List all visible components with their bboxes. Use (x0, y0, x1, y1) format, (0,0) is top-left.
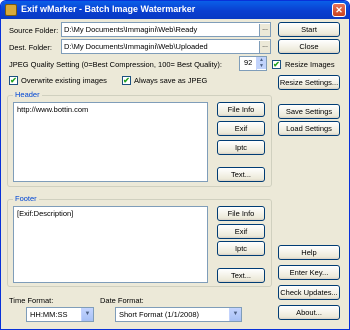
source-folder-field[interactable]: D:\My Documents\Immagini\Web\Ready ... (61, 22, 271, 37)
resize-settings-button[interactable]: Resize Settings... (278, 75, 340, 90)
app-icon (5, 4, 17, 16)
close-button[interactable]: Close (278, 39, 340, 54)
chevron-down-icon[interactable]: ▼ (81, 308, 93, 321)
header-exif-button[interactable]: Exif (217, 121, 265, 136)
footer-textarea[interactable]: [Exif:Description] (13, 206, 208, 283)
title-bar: Exif wMarker - Batch Image Watermarker ✕ (1, 1, 349, 19)
overwrite-label: Overwrite existing images (21, 76, 107, 85)
start-button[interactable]: Start (278, 22, 340, 37)
app-window: Exif wMarker - Batch Image Watermarker ✕… (0, 0, 350, 330)
load-settings-button[interactable]: Load Settings (278, 121, 340, 136)
save-settings-button[interactable]: Save Settings (278, 104, 340, 119)
window-close-button[interactable]: ✕ (332, 3, 346, 17)
header-iptc-button[interactable]: Iptc (217, 140, 265, 155)
time-format-label: Time Format: (9, 296, 54, 305)
dest-folder-label: Dest. Folder: (9, 43, 52, 52)
jpeg-quality-spinner[interactable]: 92 ▲ ▼ (239, 56, 267, 71)
help-button[interactable]: Help (278, 245, 340, 260)
time-format-select[interactable]: HH:MM:SS ▼ (26, 307, 94, 322)
time-format-value: HH:MM:SS (30, 310, 68, 319)
source-folder-value: D:\My Documents\Immagini\Web\Ready (64, 25, 198, 34)
spin-down-icon[interactable]: ▼ (257, 63, 266, 69)
jpeg-quality-label: JPEG Quality Setting (0=Best Compression… (9, 60, 223, 69)
dest-folder-field[interactable]: D:\My Documents\Immagini\Web\Uploaded ..… (61, 39, 271, 54)
chevron-down-icon[interactable]: ▼ (229, 308, 241, 321)
resize-images-checkbox[interactable]: ✔ (272, 60, 281, 69)
header-textarea[interactable]: http://www.bottin.com (13, 102, 208, 182)
dest-browse-button[interactable]: ... (259, 41, 270, 53)
source-folder-label: Source Folder: (9, 26, 59, 35)
always-jpeg-checkbox[interactable]: ✔ (122, 76, 131, 85)
always-jpeg-label: Always save as JPEG (134, 76, 208, 85)
date-format-label: Date Format: (100, 296, 144, 305)
source-browse-button[interactable]: ... (259, 24, 270, 36)
enter-key-button[interactable]: Enter Key... (278, 265, 340, 280)
date-format-value: Short Format (1/1/2008) (119, 310, 200, 319)
header-file-info-button[interactable]: File Info (217, 102, 265, 117)
footer-file-info-button[interactable]: File Info (217, 206, 265, 221)
resize-images-label: Resize Images (285, 60, 335, 69)
overwrite-checkbox[interactable]: ✔ (9, 76, 18, 85)
footer-iptc-button[interactable]: Iptc (217, 241, 265, 256)
footer-text-button[interactable]: Text... (217, 268, 265, 283)
header-group-label: Header (13, 90, 42, 99)
header-text-button[interactable]: Text... (217, 167, 265, 182)
window-title: Exif wMarker - Batch Image Watermarker (21, 4, 196, 14)
footer-group-label: Footer (13, 194, 39, 203)
dest-folder-value: D:\My Documents\Immagini\Web\Uploaded (64, 42, 208, 51)
date-format-select[interactable]: Short Format (1/1/2008) ▼ (115, 307, 242, 322)
jpeg-quality-value: 92 (244, 58, 253, 67)
footer-exif-button[interactable]: Exif (217, 224, 265, 239)
check-updates-button[interactable]: Check Updates... (278, 285, 340, 300)
about-button[interactable]: About... (278, 305, 340, 320)
